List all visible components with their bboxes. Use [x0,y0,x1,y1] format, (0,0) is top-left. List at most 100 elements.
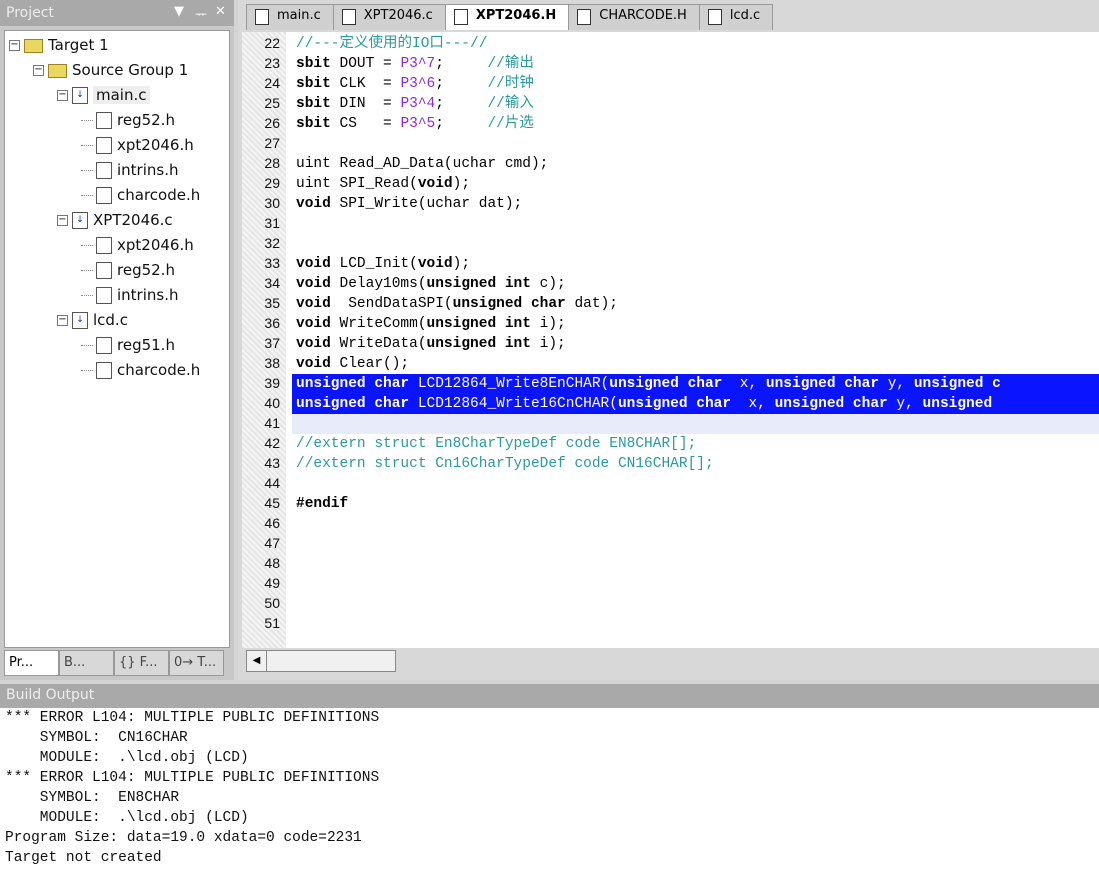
editor-tab[interactable]: lcd.c [698,4,774,30]
collapse-toggle-icon[interactable]: − [57,315,68,326]
tab-label: lcd.c [729,8,761,23]
code-line[interactable]: uint Read_AD_Data(uchar cmd); [292,154,1099,174]
code-line[interactable]: sbit CLK = P3^6; //时钟 [292,74,1099,94]
tree-item[interactable]: xpt2046.h [5,133,229,158]
code-line[interactable] [292,534,1099,554]
line-number: 39 [264,375,280,391]
code-line[interactable]: void LCD_Init(void); [292,254,1099,274]
tree-item-label: intrins.h [117,161,179,179]
code-line[interactable] [292,594,1099,614]
scroll-left-icon[interactable]: ◀ [247,651,267,671]
editor-tab[interactable]: XPT2046.c [332,4,446,30]
code-token: i); [530,336,566,352]
build-output-panel: Build Output *** ERROR L104: MULTIPLE PU… [0,684,1099,879]
header-file-icon [96,287,112,304]
tree-item[interactable]: − Source Group 1 [5,58,229,83]
code-line[interactable]: uint SPI_Read(void); [292,174,1099,194]
build-output-line: Target not created [5,850,162,866]
line-number-gutter: 22 23 24 25 26 27 28 29 30 31 32 33 34 35 36 37 38 39 40 41… [242,32,286,648]
horizontal-scrollbar[interactable]: ◀ [246,650,396,672]
tab-label: XPT2046.c [363,8,433,23]
code-line[interactable]: unsigned char LCD12864_Write8EnCHAR(unsi… [292,374,1099,394]
code-line[interactable] [292,134,1099,154]
tree-item[interactable]: − ↓ lcd.c [5,308,229,333]
editor-tab[interactable]: CHARCODE.H [568,4,700,30]
file-icon [707,9,722,25]
tree-item[interactable]: intrins.h [5,283,229,308]
line-number: 50 [264,595,280,611]
code-line[interactable]: void Clear(); [292,354,1099,374]
code-line[interactable] [292,554,1099,574]
collapse-toggle-icon[interactable]: − [57,215,68,226]
code-token: unsigned [922,396,993,412]
dropdown-icon[interactable]: ▼ [174,4,184,19]
tree-item[interactable]: reg52.h [5,108,229,133]
header-file-icon [96,162,112,179]
build-output-line: *** ERROR L104: MULTIPLE PUBLIC DEFINITI… [5,710,380,726]
code-line[interactable] [292,474,1099,494]
tree-item[interactable]: reg52.h [5,258,229,283]
code-line[interactable]: void SPI_Write(uchar dat); [292,194,1099,214]
panel-tab-functions[interactable]: {} F... [114,650,169,676]
code-line[interactable]: #endif [292,494,1099,514]
tree-item[interactable]: reg51.h [5,333,229,358]
code-line[interactable]: sbit DIN = P3^4; //输入 [292,94,1099,114]
code-line[interactable]: //---定义使用的IO口---// [292,34,1099,54]
code-token: void [296,316,331,332]
line-number: 28 [264,155,280,171]
collapse-toggle-icon[interactable]: − [33,65,44,76]
collapse-toggle-icon[interactable]: − [9,40,20,51]
code-token: P3^6 [400,76,436,92]
build-output-line: MODULE: .\lcd.obj (LCD) [5,750,249,766]
code-line[interactable]: //extern struct Cn16CharTypeDef code CN1… [292,454,1099,474]
header-file-icon [96,262,112,279]
build-output-line: MODULE: .\lcd.obj (LCD) [5,810,249,826]
code-line[interactable] [292,414,1099,434]
tree-item[interactable]: charcode.h [5,183,229,208]
tree-item[interactable]: − ↓ XPT2046.c [5,208,229,233]
file-icon [255,9,269,25]
code-line[interactable]: sbit CS = P3^5; //片选 [292,114,1099,134]
code-token: unsigned int [426,316,531,332]
project-tree: − Target 1− Source Group 1− ↓ main.c reg52.h x… [4,30,230,648]
line-number: 35 [264,295,280,311]
tree-item[interactable]: − Target 1 [5,33,229,58]
code-line[interactable] [292,214,1099,234]
code-line[interactable] [292,514,1099,534]
panel-tab-books[interactable]: B... [59,650,114,676]
code-line[interactable]: void SendDataSPI(unsigned char dat); [292,294,1099,314]
code-area[interactable]: 22 23 24 25 26 27 28 29 30 31 32 33 34 35 36 37 38 39 40 41… [242,32,1099,648]
tree-item-label: charcode.h [117,361,201,379]
code-line[interactable]: //extern struct En8CharTypeDef code EN8C… [292,434,1099,454]
editor-tab[interactable]: main.c [246,4,334,30]
code-token: //extern struct En8CharTypeDef code EN8C… [296,436,697,452]
tree-item[interactable]: − ↓ main.c [5,83,229,108]
project-panel-tabs: Pr... B...{} F... 0→ T... [4,650,224,677]
code-line[interactable] [292,234,1099,254]
line-number: 47 [264,535,280,551]
code-token: ; [435,56,488,72]
code-line[interactable]: void WriteData(unsigned int i); [292,334,1099,354]
code-token: unsigned char [452,296,566,312]
close-icon[interactable]: ✕ [215,4,226,19]
code-line[interactable]: void Delay10ms(unsigned int c); [292,274,1099,294]
pin-icon[interactable]: ᅲ [195,4,207,23]
build-output-line: *** ERROR L104: MULTIPLE PUBLIC DEFINITI… [5,770,380,786]
tree-item[interactable]: intrins.h [5,158,229,183]
code-line[interactable]: void WriteComm(unsigned int i); [292,314,1099,334]
line-number: 26 [264,115,280,131]
code-token: CLK = [330,76,401,92]
tree-item[interactable]: xpt2046.h [5,233,229,258]
collapse-toggle-icon[interactable]: − [57,90,68,101]
code-line[interactable] [292,574,1099,594]
code-token: //---定义使用的IO口---// [296,36,488,52]
code-line[interactable]: sbit DOUT = P3^7; //输出 [292,54,1099,74]
code-line[interactable]: unsigned char LCD12864_Write16CnCHAR(uns… [292,394,1099,414]
panel-tab-project[interactable]: Pr... [4,650,59,676]
code-line[interactable] [292,614,1099,634]
tree-item[interactable]: charcode.h [5,358,229,383]
editor-tab[interactable]: XPT2046.H [444,4,570,30]
line-number: 25 [264,95,280,111]
panel-tab-templates[interactable]: 0→ T... [169,650,224,676]
code-token: sbit [296,76,331,92]
